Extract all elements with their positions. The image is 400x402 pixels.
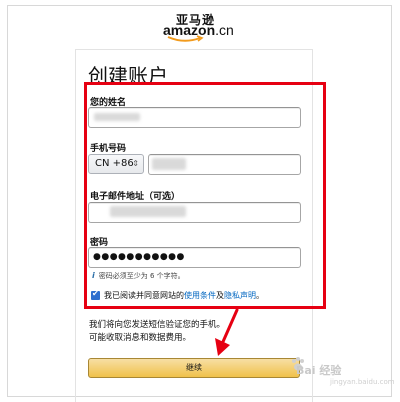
logo-suffix-text: .cn — [215, 22, 234, 38]
watermark-text: Bai 经验 — [296, 364, 342, 377]
sms-notice-line2: 可能收取消息和数据费用。 — [89, 333, 192, 343]
amazon-smile-icon — [167, 35, 204, 42]
sms-notice-line1: 我们将向您发送短信验证您的手机。 — [89, 320, 226, 330]
red-arrow-annotation-icon — [215, 308, 239, 356]
continue-button[interactable]: 继续 — [88, 358, 300, 378]
watermark-subtext: jingyan.baidu.com — [330, 378, 395, 386]
sms-notice: 我们将向您发送短信验证您的手机。 可能收取消息和数据费用。 — [89, 319, 304, 345]
highlight-box — [84, 82, 326, 309]
